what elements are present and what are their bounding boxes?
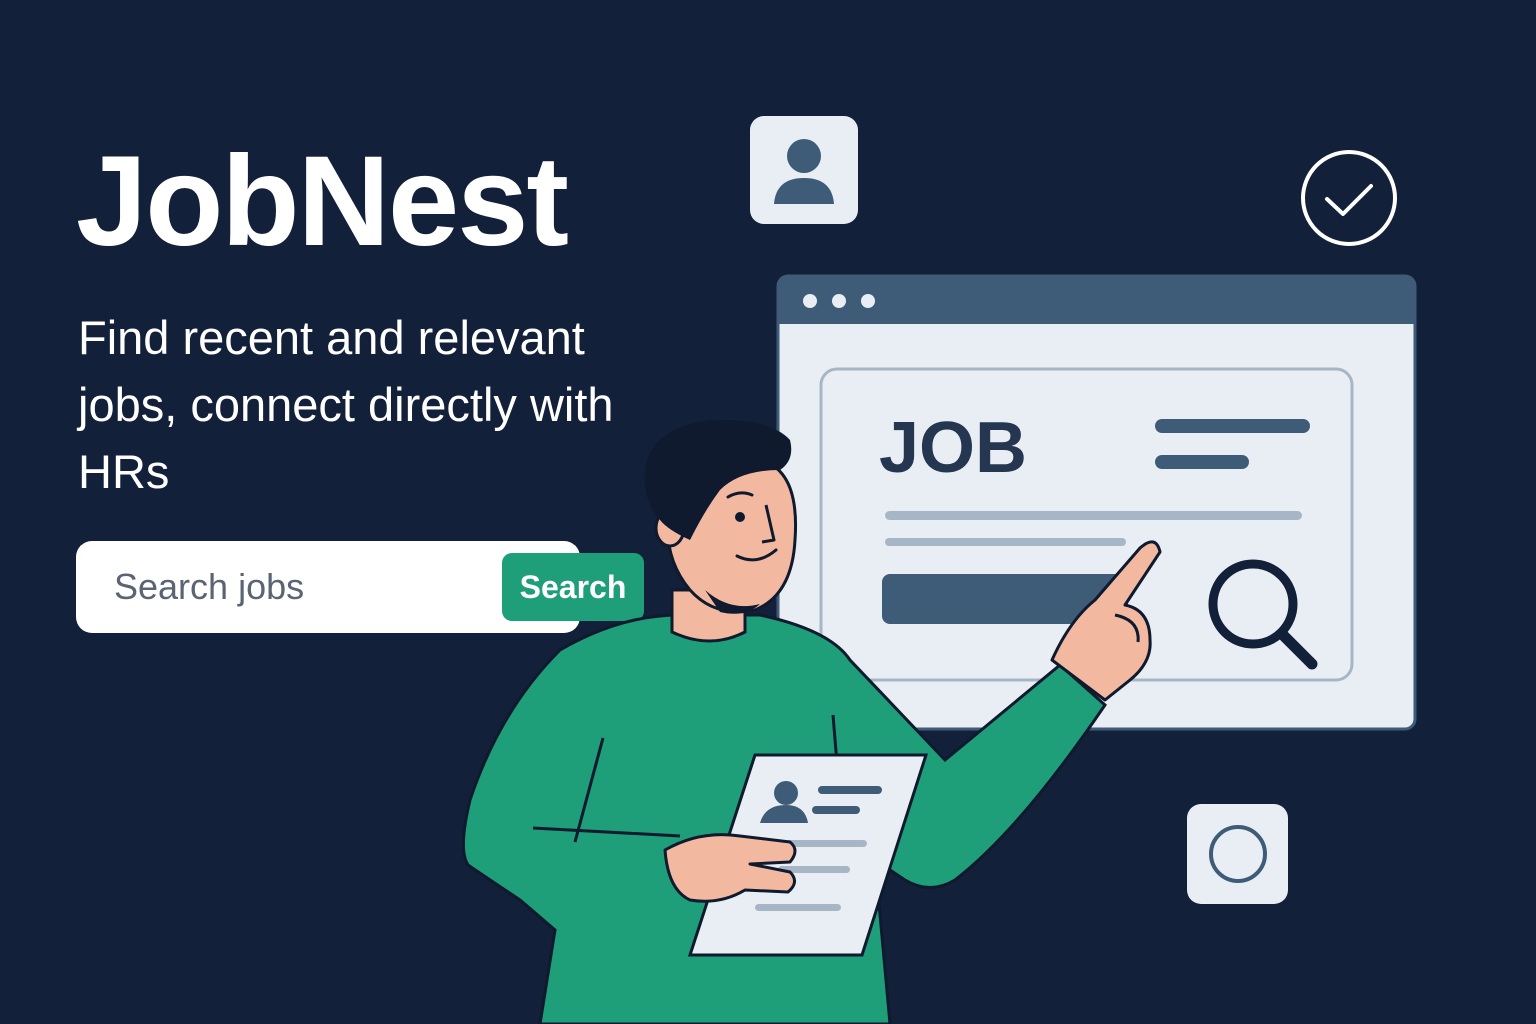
circle-icon: [1187, 804, 1288, 904]
job-card-heading: JOB: [879, 408, 1027, 488]
check-circle-icon: [1301, 150, 1397, 246]
window-dot: [861, 294, 875, 308]
user-icon: [750, 116, 858, 224]
window-dot: [803, 294, 817, 308]
hero-illustration: JOB: [461, 116, 1417, 1024]
window-dot: [832, 294, 846, 308]
